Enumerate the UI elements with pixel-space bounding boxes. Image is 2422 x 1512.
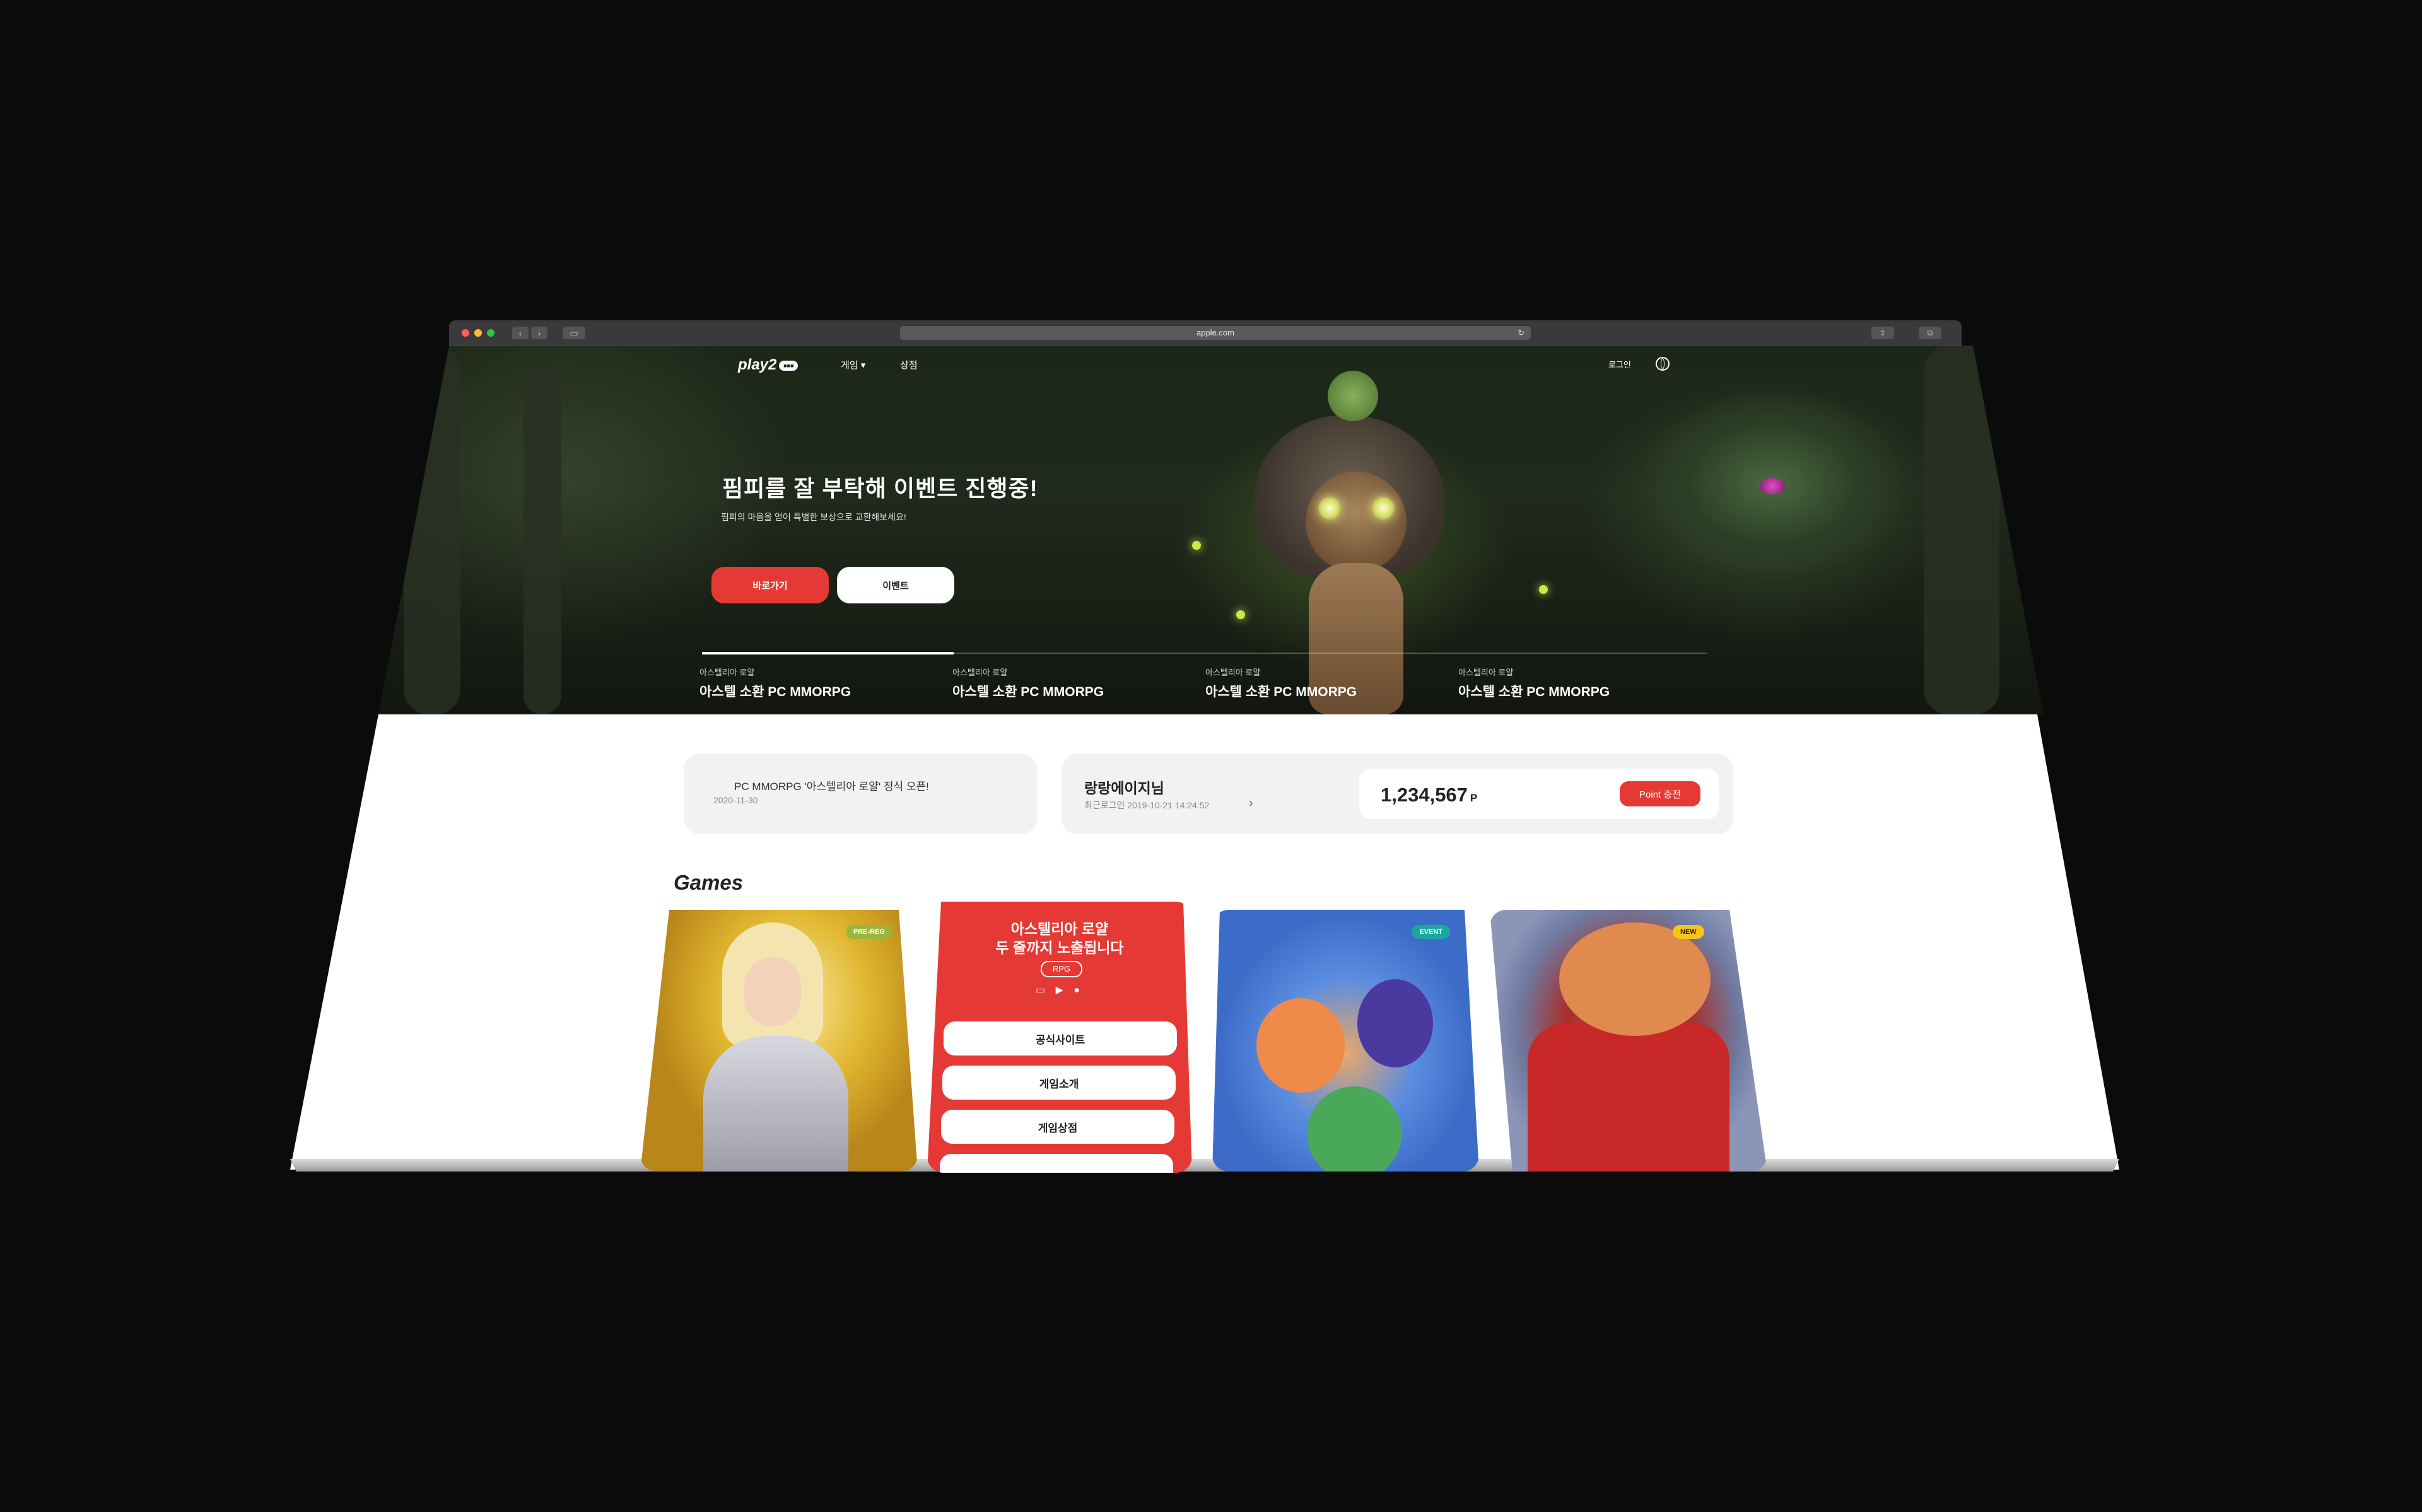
game-card[interactable]: NEW [1490, 910, 1767, 1172]
tree-trunk [1924, 346, 1999, 714]
status-badge: NEW [1673, 925, 1704, 939]
close-window-button[interactable] [462, 329, 469, 337]
genre-badge: RPG [1041, 961, 1082, 977]
logo-badge: ■■■ [779, 360, 799, 371]
user-name: 랑랑에이지님 [1084, 780, 1164, 796]
official-site-button[interactable]: 공식사이트 [944, 1021, 1177, 1055]
spider-eye [1760, 478, 1785, 494]
hero-title: 핌피를 잘 부탁해 이벤트 진행중! [722, 475, 1038, 501]
game-title: 아스텔리아 로얄 두 줄까지 노출됩니다 [927, 919, 1192, 957]
reload-icon[interactable]: ↻ [1518, 326, 1524, 340]
game-card[interactable]: PRE-REG [640, 910, 918, 1172]
go-button[interactable]: 바로가기 [711, 567, 829, 603]
slide-subtitle: 아스텔리아 로얄 [699, 668, 755, 677]
browser-toolbar: ‹ › ▭ apple.com ↻ ⇪ ⧉ [449, 320, 1962, 346]
platform-icons: ▭ ▶ ● [1036, 985, 1084, 996]
slide-title: 아스텔 소환 PC MMORPG [699, 685, 851, 699]
tree-trunk [524, 371, 561, 714]
slide-tab[interactable]: 아스텔리아 로얄 아스텔 소환 PC MMORPG [699, 666, 939, 701]
points-box: 1,234,567 P Point 충전 [1359, 769, 1719, 819]
share-icon[interactable]: ⇪ [1871, 327, 1894, 339]
nav-store[interactable]: 상점 [900, 358, 918, 371]
character-dragon [1307, 1086, 1401, 1172]
event-button[interactable]: 이벤트 [837, 567, 954, 603]
logo-text: play2 [738, 356, 777, 373]
url-text: apple.com [1196, 328, 1234, 337]
creature-eye [1318, 497, 1341, 520]
site-logo[interactable]: play2 ■■■ [738, 356, 799, 374]
firefly [1192, 541, 1201, 550]
tree-trunk [404, 346, 460, 714]
minimize-window-button[interactable] [474, 329, 482, 337]
slide-title: 아스텔 소환 PC MMORPG [952, 685, 1104, 699]
login-link[interactable]: 로그인 [1608, 358, 1631, 370]
slide-progress-bar [702, 652, 1707, 654]
slide-tab[interactable]: 아스텔리아 로얄 아스텔 소환 PC MMORPG [1458, 666, 1698, 701]
creature-eye [1372, 497, 1395, 520]
forward-button[interactable]: › [531, 327, 547, 339]
character-dress [1528, 1023, 1729, 1172]
slide-progress-fill [702, 652, 954, 654]
game-card-expanded: 아스텔리아 로얄 두 줄까지 노출됩니다 RPG ▭ ▶ ● 공식사이트 게임소… [927, 902, 1192, 1173]
games-heading: Games [674, 871, 744, 894]
mockup-stage: ‹ › ▭ apple.com ↻ ⇪ ⧉ play2■■■ 게임 ▾ 상점 [0, 0, 2422, 1512]
character-armor [703, 1036, 848, 1172]
more-button[interactable] [940, 1154, 1173, 1173]
game-intro-button[interactable]: 게임소개 [942, 1066, 1176, 1100]
status-badge: PRE-REG [845, 925, 892, 939]
game-card[interactable]: EVENT [1212, 910, 1479, 1172]
character-face [744, 957, 801, 1026]
slide-subtitle: 아스텔리아 로얄 [1458, 668, 1514, 677]
hero-banner: play2 ■■■ 게임 ▾ 상점 로그인 핌피를 잘 부탁해 이벤트 진행중! … [378, 346, 2044, 714]
creature-face [1306, 472, 1407, 573]
nav-games[interactable]: 게임 ▾ [841, 358, 865, 371]
slide-subtitle: 아스텔리아 로얄 [952, 668, 1008, 677]
user-card: 랑랑에이지님 최근로그인 2019-10-21 14:24:52 › 1,234… [1062, 753, 1733, 834]
firefly [1236, 610, 1245, 619]
game-title-line: 두 줄까지 노출됩니다 [995, 939, 1124, 956]
slide-tab[interactable]: 아스텔리아 로얄 아스텔 소환 PC MMORPG [1205, 666, 1445, 701]
game-title-line: 아스텔리아 로얄 [1010, 921, 1109, 937]
chevron-right-icon[interactable]: › [1249, 796, 1253, 811]
status-badge: EVENT [1412, 925, 1450, 939]
character-wizard [1357, 979, 1433, 1067]
site-header: play2 ■■■ 게임 ▾ 상점 로그인 [378, 346, 2044, 383]
firefly [1539, 585, 1548, 594]
maximize-window-button[interactable] [487, 329, 494, 337]
notice-card[interactable]: PC MMORPG '아스텔리아 로얄' 정식 오픈! 2020-11-30 [684, 753, 1037, 834]
character-boy [1256, 998, 1345, 1093]
points-unit: P [1470, 792, 1478, 804]
game-store-button[interactable]: 게임상점 [941, 1110, 1174, 1144]
slide-title: 아스텔 소환 PC MMORPG [1458, 685, 1610, 699]
points-number: 1,234,567 [1381, 784, 1468, 806]
globe-icon[interactable] [1656, 357, 1670, 371]
character-hair [1559, 922, 1711, 1036]
sidebar-toggle-icon[interactable]: ▭ [563, 327, 585, 339]
slide-title: 아스텔 소환 PC MMORPG [1205, 685, 1357, 699]
slide-tab[interactable]: 아스텔리아 로얄 아스텔 소환 PC MMORPG [952, 666, 1192, 701]
slide-subtitle: 아스텔리아 로얄 [1205, 668, 1261, 677]
mockup-base-edge [290, 1159, 2119, 1172]
hero-subtitle: 핌피의 마음을 얻어 특별한 보상으로 교환해보세요! [721, 512, 906, 522]
back-button[interactable]: ‹ [512, 327, 529, 339]
points-value: 1,234,567 P [1381, 784, 1477, 806]
charge-points-button[interactable]: Point 충전 [1620, 781, 1700, 806]
notice-date: 2020-11-30 [713, 795, 758, 805]
tabs-overview-icon[interactable]: ⧉ [1919, 327, 1941, 339]
last-login: 최근로그인 2019-10-21 14:24:52 [1084, 800, 1210, 810]
notice-title: PC MMORPG '아스텔리아 로얄' 정식 오픈! [734, 781, 929, 793]
address-bar[interactable]: apple.com ↻ [900, 326, 1531, 340]
